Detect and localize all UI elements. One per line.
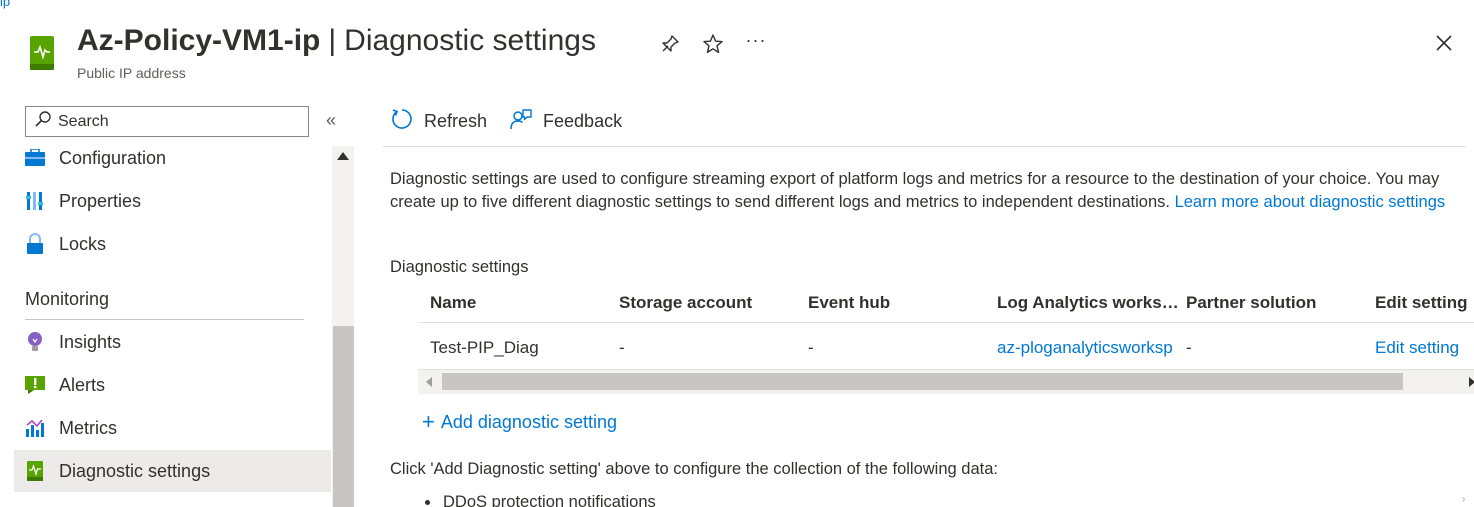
sidebar-item-label: Alerts: [59, 374, 106, 395]
insights-icon: [24, 331, 46, 353]
table-row: Test-PIP_Diag - - az-ploganalyticsworksp…: [418, 327, 1474, 369]
alerts-icon: [24, 374, 46, 396]
feedback-icon: [509, 107, 533, 136]
diagnostic-settings-icon: [24, 460, 46, 482]
public-ip-icon: [28, 34, 56, 72]
search-box[interactable]: [25, 106, 309, 137]
edit-setting-link[interactable]: Edit setting: [1375, 327, 1474, 369]
horizontal-scrollbar-thumb[interactable]: [442, 373, 1403, 390]
learn-more-link[interactable]: Learn more about diagnostic settings: [1175, 193, 1446, 211]
list-item-label: DDoS protection notifications: [443, 493, 656, 507]
table-header: Name Storage account Event hub Log Analy…: [418, 283, 1474, 323]
cell-storage-account: -: [619, 338, 625, 357]
sidebar-item-locks[interactable]: Locks: [14, 223, 331, 265]
chevron-right-icon: ›: [1462, 494, 1466, 505]
properties-icon: [24, 190, 46, 212]
sidebar-item-configuration[interactable]: Configuration: [14, 137, 331, 179]
sidebar-item-properties[interactable]: Properties: [14, 180, 331, 222]
bullet-icon: [425, 500, 430, 505]
cell-partner-solution: -: [1186, 338, 1192, 357]
cell-name: Test-PIP_Diag: [430, 338, 539, 357]
blade-title: Diagnostic settings: [344, 24, 596, 57]
configuration-icon: [24, 147, 46, 169]
plus-icon: +: [422, 409, 435, 434]
sidebar-item-label: Insights: [59, 331, 122, 352]
lock-icon: [24, 233, 46, 255]
add-diagnostic-setting-link[interactable]: + Add diagnostic setting: [422, 409, 617, 435]
metrics-icon: [24, 417, 46, 439]
instruction-text: Click 'Add Diagnostic setting' above to …: [390, 460, 998, 478]
sidebar-item-insights[interactable]: Insights: [14, 321, 331, 363]
column-header-partner-solution: Partner solution: [1186, 292, 1317, 312]
nav-section-monitoring: Monitoring: [25, 289, 110, 309]
refresh-label: Refresh: [424, 110, 488, 131]
column-header-edit-setting: Edit setting: [1375, 292, 1468, 312]
column-header-log-analytics: Log Analytics works…: [997, 292, 1177, 312]
search-icon: [34, 110, 52, 133]
toolbar-divider: [383, 146, 1466, 147]
cell-event-hub: -: [808, 338, 814, 357]
scroll-right-arrow-icon[interactable]: [1469, 377, 1474, 387]
table-horizontal-scrollbar[interactable]: [418, 369, 1474, 394]
star-icon[interactable]: [701, 32, 725, 56]
resource-name: Az-Policy-VM1-ip: [77, 24, 321, 57]
more-icon[interactable]: ···: [744, 28, 768, 52]
column-header-storage-account: Storage account: [619, 292, 753, 312]
search-input[interactable]: [58, 112, 298, 131]
feedback-button[interactable]: Feedback: [509, 106, 622, 136]
feedback-label: Feedback: [543, 110, 623, 131]
scroll-up-arrow-icon[interactable]: [337, 152, 349, 160]
title-separator: |: [328, 24, 337, 57]
breadcrumb[interactable]: ip: [0, 0, 10, 9]
command-bar: Refresh Feedback: [390, 106, 644, 136]
close-icon[interactable]: [1432, 31, 1456, 55]
sidebar-item-alerts[interactable]: Alerts: [14, 364, 331, 406]
column-header-name: Name: [430, 292, 477, 312]
collapse-menu-icon[interactable]: «: [326, 110, 336, 131]
sidebar-item-label: Metrics: [59, 417, 117, 438]
sidebar-item-label: Diagnostic settings: [59, 460, 211, 481]
list-item: DDoS protection notifications: [425, 493, 656, 507]
pin-icon[interactable]: [658, 32, 682, 56]
sidebar-item-diagnostic-settings[interactable]: Diagnostic settings: [14, 450, 331, 492]
add-diagnostic-setting-label: Add diagnostic setting: [440, 411, 617, 432]
description: Diagnostic settings are used to configur…: [390, 168, 1460, 214]
sidebar-item-metrics[interactable]: Metrics: [14, 407, 331, 449]
sidebar-item-label: Configuration: [59, 147, 167, 168]
scroll-left-arrow-icon[interactable]: [426, 377, 432, 387]
sidebar-item-label: Properties: [59, 190, 142, 211]
log-analytics-workspace-link[interactable]: az-ploganalyticsworksp: [997, 327, 1173, 369]
page-title: Az-Policy-VM1-ip | Diagnostic settings: [77, 24, 596, 58]
refresh-button[interactable]: Refresh: [390, 106, 487, 136]
resource-type: Public IP address: [77, 65, 186, 81]
column-header-event-hub: Event hub: [808, 292, 891, 312]
sidebar-item-label: Locks: [59, 233, 107, 254]
sidebar-scrollbar-thumb[interactable]: [333, 326, 354, 507]
nav-divider: [25, 319, 304, 320]
refresh-icon: [390, 107, 414, 136]
section-label: Diagnostic settings: [390, 258, 529, 276]
